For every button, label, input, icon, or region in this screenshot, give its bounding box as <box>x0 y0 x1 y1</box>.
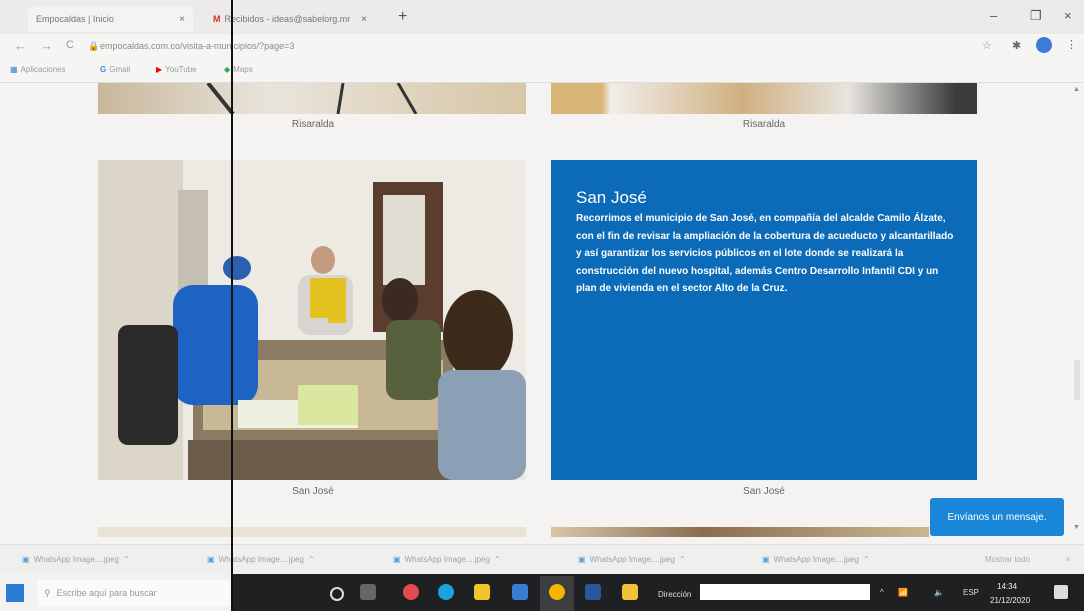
taskbar-search[interactable]: ⚲ Escribe aquí para buscar <box>38 580 230 606</box>
close-downloads-icon[interactable]: × <box>1066 555 1071 564</box>
info-card: San José Recorrimos el municipio de San … <box>551 160 977 480</box>
tab-label: Recibidos - ideas@sabelorg.mr <box>224 14 351 24</box>
url-field[interactable]: empocaldas.com.co/visita-a-municipios/?p… <box>100 41 294 51</box>
show-all-downloads-button[interactable]: Mostrar todo <box>985 555 1030 564</box>
cortana-icon[interactable] <box>330 587 344 601</box>
task-view-icon[interactable] <box>360 584 376 600</box>
clock-time[interactable]: 14:34 <box>997 582 1017 591</box>
photo-san-jose[interactable] <box>98 160 526 480</box>
search-placeholder: Escribe aquí para buscar <box>56 588 157 598</box>
word-icon[interactable] <box>585 584 601 600</box>
bookmark-label: Maps <box>233 65 253 74</box>
tab-label: Empocaldas | Inicio <box>36 14 114 24</box>
apps-grid-icon: ▦ <box>10 65 18 74</box>
restore-button[interactable]: ❐ <box>1030 8 1042 24</box>
download-filename: WhatsApp Image....jpeg <box>589 555 675 564</box>
tab-close-icon[interactable]: × <box>179 14 185 25</box>
bookmark-label: Aplicaciones <box>20 65 66 74</box>
photo-risaralda-2[interactable] <box>551 83 977 114</box>
photo-caption: San José <box>743 486 785 497</box>
scroll-down-icon[interactable]: ▼ <box>1073 524 1080 531</box>
file-image-icon: ▣ <box>207 555 215 564</box>
card-body: Recorrimos el municipio de San José, en … <box>576 213 954 294</box>
sticky-notes-icon[interactable] <box>622 584 638 600</box>
file-explorer-icon[interactable] <box>474 584 490 600</box>
notifications-icon[interactable] <box>1054 585 1068 599</box>
bookmark-label: YouTube <box>165 65 197 74</box>
file-image-icon: ▣ <box>578 555 586 564</box>
extension-icon[interactable]: ✱ <box>1012 39 1021 52</box>
network-icon[interactable]: 📶 <box>898 588 908 597</box>
vertical-divider-line <box>231 0 233 611</box>
photo-caption: San José <box>292 486 334 497</box>
edge-icon[interactable] <box>438 584 454 600</box>
meeting-photo-illustration <box>98 160 526 480</box>
photo-next-row-1[interactable] <box>98 527 526 537</box>
forward-button[interactable]: → <box>40 38 53 53</box>
tab-close-icon[interactable]: × <box>361 14 367 25</box>
chevron-up-icon[interactable]: ⌃ <box>123 555 130 564</box>
card-title: San José <box>576 188 647 207</box>
search-icon: ⚲ <box>44 587 51 598</box>
close-window-button[interactable]: × <box>1064 8 1072 23</box>
bookmark-label: Gmail <box>109 65 131 74</box>
menu-icon[interactable]: ⋮ <box>1066 38 1077 51</box>
tab-empocaldas[interactable]: Empocaldas | Inicio × <box>28 6 193 32</box>
address-toolbar-input[interactable] <box>700 584 870 600</box>
download-item[interactable]: ▣ WhatsApp Image....jpeg ⌃ <box>207 555 315 564</box>
tray-chevron-icon[interactable]: ^ <box>880 588 884 597</box>
bookmark-apps[interactable]: ▦ Aplicaciones <box>10 65 65 74</box>
scrollbar-thumb[interactable] <box>1074 360 1080 400</box>
reload-button[interactable]: C <box>66 39 74 51</box>
google-icon: G <box>100 65 107 74</box>
store-icon[interactable] <box>512 584 528 600</box>
photo-caption: Risaralda <box>742 119 786 130</box>
download-filename: WhatsApp Image....jpeg <box>33 555 119 564</box>
bookmark-gmail[interactable]: G Gmail <box>100 65 130 74</box>
profile-icon[interactable] <box>1036 37 1052 53</box>
windows-start-icon[interactable] <box>6 584 24 602</box>
input-language[interactable]: ESP <box>963 588 979 597</box>
photo-detail <box>206 81 418 116</box>
star-icon[interactable]: ☆ <box>982 39 992 52</box>
downloads-bar <box>0 544 1084 575</box>
clock-date[interactable]: 21/12/2020 <box>990 596 1030 605</box>
download-filename: WhatsApp Image....jpeg <box>404 555 490 564</box>
chevron-up-icon[interactable]: ⌃ <box>494 555 501 564</box>
photo-risaralda-1[interactable] <box>98 81 526 116</box>
file-image-icon: ▣ <box>393 555 401 564</box>
bookmark-maps[interactable]: ◆ Maps <box>224 65 253 74</box>
download-item[interactable]: ▣ WhatsApp Image....jpeg ⌃ <box>578 555 686 564</box>
send-message-button[interactable]: Envíanos un mensaje. <box>930 498 1064 536</box>
bookmark-youtube[interactable]: ▶ YouTube <box>156 65 197 74</box>
file-image-icon: ▣ <box>762 555 770 564</box>
gmail-icon: M <box>213 14 221 24</box>
download-item[interactable]: ▣ WhatsApp Image....jpeg ⌃ <box>393 555 501 564</box>
file-image-icon: ▣ <box>22 555 30 564</box>
download-filename: WhatsApp Image....jpeg <box>773 555 859 564</box>
chrome-icon <box>549 584 565 600</box>
photo-next-row-2[interactable] <box>551 527 929 537</box>
chevron-up-icon[interactable]: ⌃ <box>863 555 870 564</box>
lock-icon: 🔒 <box>88 41 100 51</box>
new-tab-button[interactable]: + <box>398 8 407 26</box>
back-button[interactable]: ← <box>14 38 27 53</box>
app-icon-red[interactable] <box>403 584 419 600</box>
download-item[interactable]: ▣ WhatsApp Image....jpeg ⌃ <box>22 555 130 564</box>
youtube-icon: ▶ <box>156 65 163 74</box>
scroll-up-icon[interactable]: ▲ <box>1073 86 1080 93</box>
download-item[interactable]: ▣ WhatsApp Image....jpeg ⌃ <box>762 555 870 564</box>
minimize-button[interactable]: – <box>990 8 997 23</box>
address-toolbar-label: Dirección <box>658 590 692 599</box>
chevron-up-icon[interactable]: ⌃ <box>679 555 686 564</box>
chevron-up-icon[interactable]: ⌃ <box>308 555 315 564</box>
maps-icon: ◆ <box>224 65 231 74</box>
photo-caption: Risaralda <box>291 119 335 130</box>
volume-icon[interactable]: 🔈 <box>934 588 944 597</box>
